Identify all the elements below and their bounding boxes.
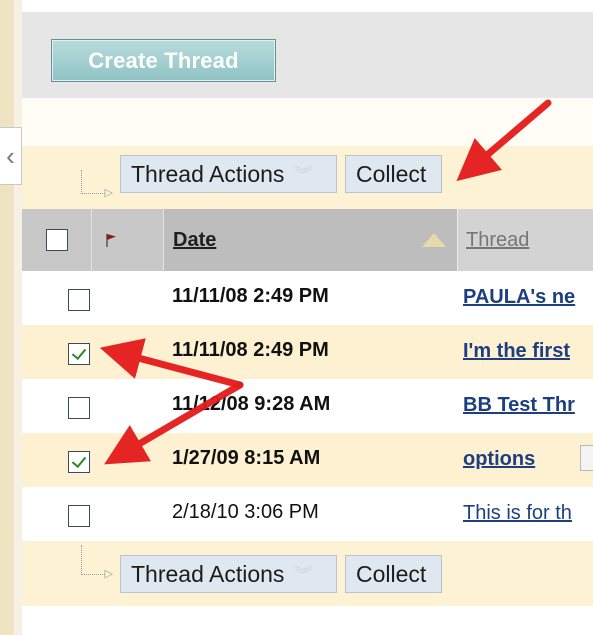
row-checkbox[interactable] <box>68 289 90 311</box>
row-checkbox[interactable] <box>68 505 90 527</box>
collapse-panel-tab[interactable]: ‹ <box>0 127 22 185</box>
flag-icon <box>106 234 116 247</box>
thread-actions-bar-bottom: ▷ Thread Actions ︾ Collect <box>22 541 593 606</box>
table-row: 2/18/10 3:06 PM This is for th <box>22 487 593 541</box>
top-strip <box>22 0 593 12</box>
row-thread-link[interactable]: BB Test Thr <box>463 394 575 417</box>
date-column-header[interactable]: Date <box>164 209 457 271</box>
thread-actions-button[interactable]: Thread Actions ︾ <box>120 155 337 193</box>
table-row: 1/27/09 8:15 AM options <box>22 433 593 487</box>
flag-column-header[interactable] <box>92 209 164 271</box>
select-all-checkbox[interactable] <box>45 229 68 251</box>
row-checkbox[interactable] <box>68 343 90 365</box>
thread-actions-label: Thread Actions <box>131 160 285 187</box>
select-all-cell <box>22 209 92 271</box>
row-checkbox[interactable] <box>68 397 90 419</box>
row-date: 1/27/09 8:15 AM <box>172 447 321 469</box>
row-date: 11/12/08 9:28 AM <box>172 393 331 415</box>
row-checkbox[interactable] <box>68 451 90 473</box>
action-bar: Create Thread <box>22 12 593 98</box>
table-row: 11/11/08 2:49 PM PAULA's ne <box>22 271 593 325</box>
row-thread-link[interactable]: PAULA's ne <box>463 286 575 309</box>
thread-sort-link[interactable]: Thread <box>466 229 529 252</box>
collect-button-bottom[interactable]: Collect <box>345 555 442 593</box>
collect-label: Collect <box>356 560 427 587</box>
thread-column-header[interactable]: Thread <box>457 209 593 271</box>
row-thread-link[interactable]: This is for th <box>463 502 572 525</box>
table-row: 11/11/08 2:49 PM I'm the first <box>22 325 593 379</box>
collect-button[interactable]: Collect <box>345 155 442 193</box>
row-thread-link[interactable]: options <box>463 448 535 471</box>
collect-label: Collect <box>356 160 427 187</box>
row-date: 2/18/10 3:06 PM <box>172 501 319 523</box>
create-thread-button[interactable]: Create Thread <box>51 39 276 82</box>
left-panel-inner <box>14 0 22 635</box>
sort-ascending-icon <box>422 233 446 247</box>
connector-icon: ▷ <box>81 545 113 580</box>
chevron-left-icon: ‹ <box>6 140 15 171</box>
row-menu-button[interactable] <box>580 445 593 471</box>
row-date: 11/11/08 2:49 PM <box>172 285 329 307</box>
left-panel-edge <box>0 0 14 635</box>
row-thread-link[interactable]: I'm the first <box>463 340 570 363</box>
date-sort-link[interactable]: Date <box>173 229 216 252</box>
chevron-double-down-icon: ︾ <box>294 565 313 585</box>
thread-actions-label: Thread Actions <box>131 560 285 587</box>
thread-actions-bar-top: ▷ Thread Actions ︾ Collect <box>22 146 593 209</box>
table-row: 11/12/08 9:28 AM BB Test Thr <box>22 379 593 433</box>
thread-actions-button-bottom[interactable]: Thread Actions ︾ <box>120 555 337 593</box>
thread-list-header: Date Thread <box>22 209 593 271</box>
spacer-band <box>22 98 593 146</box>
row-date: 11/11/08 2:49 PM <box>172 339 329 361</box>
connector-icon: ▷ <box>81 170 113 199</box>
chevron-double-down-icon: ︾ <box>294 165 313 185</box>
